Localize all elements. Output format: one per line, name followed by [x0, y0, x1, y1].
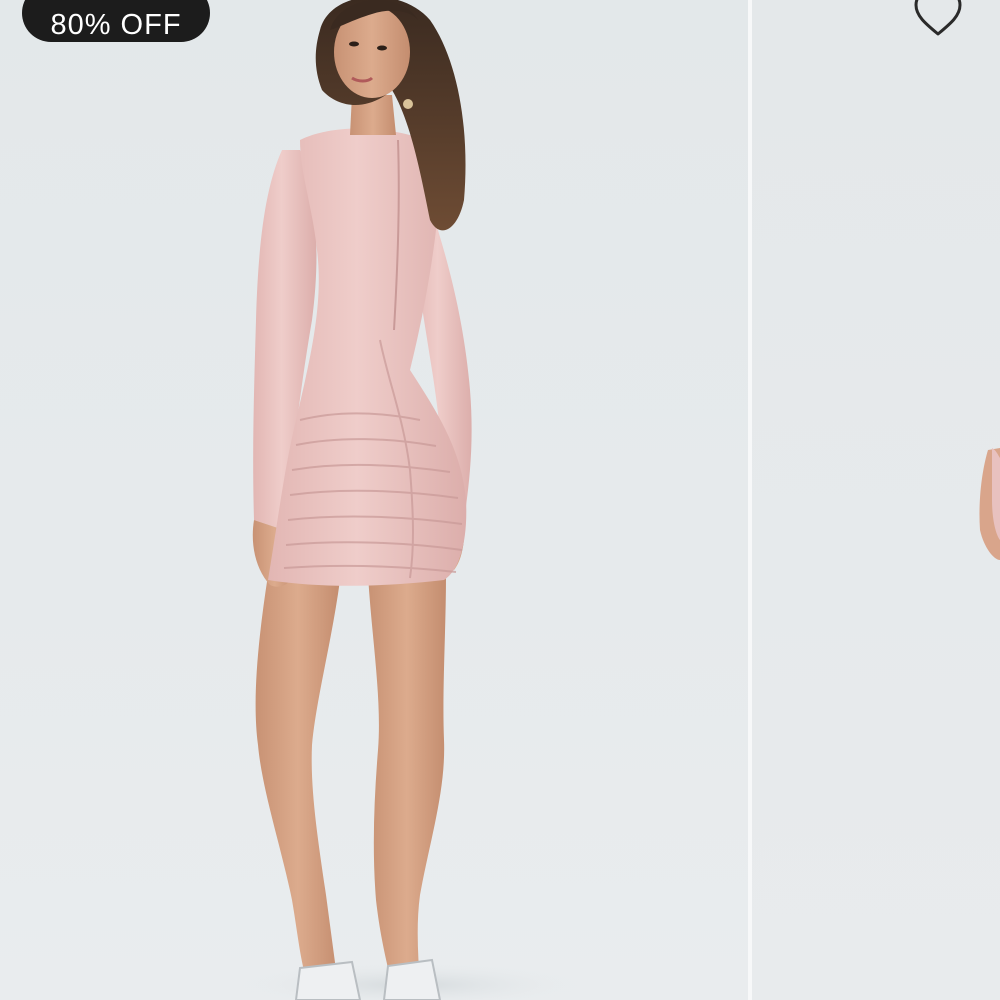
- discount-badge-label: 80% OFF: [50, 9, 182, 41]
- partial-model-photo: [979, 448, 1000, 560]
- wishlist-button[interactable]: [908, 0, 968, 42]
- discount-badge: 80% OFF: [22, 0, 210, 42]
- product-image-gallery[interactable]: 80% OFF: [0, 0, 1000, 1000]
- product-image-main[interactable]: [0, 0, 748, 1000]
- heart-outline-icon: [914, 0, 962, 36]
- product-image-next[interactable]: [752, 0, 1000, 1000]
- model-photo: [240, 0, 580, 1000]
